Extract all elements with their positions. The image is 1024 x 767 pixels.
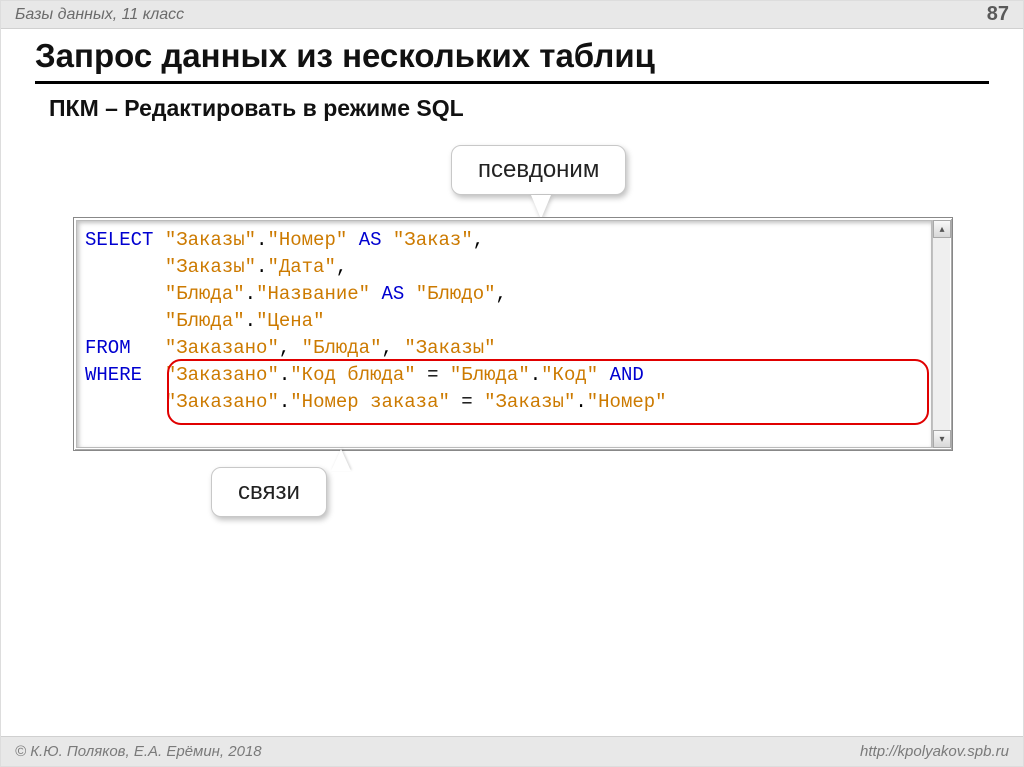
sql-text: .: [256, 256, 267, 278]
sql-identifier: "Блюда": [302, 337, 382, 359]
sql-identifier: "Номер заказа": [290, 391, 450, 413]
sql-text: .: [279, 391, 290, 413]
sql-identifier: "Заказы": [165, 256, 256, 278]
sql-text: [153, 229, 164, 251]
callout-links: связи: [211, 467, 327, 517]
sql-identifier: "Заказано": [165, 391, 279, 413]
sql-keyword: WHERE: [85, 364, 142, 386]
footer-url: http://kpolyakov.spb.ru: [860, 743, 1009, 760]
sql-text: ,: [382, 337, 405, 359]
sql-text: [85, 283, 165, 305]
sql-identifier: "Номер": [587, 391, 667, 413]
sql-text: [85, 310, 165, 332]
sql-text: [347, 229, 358, 251]
sql-identifier: "Код блюда": [290, 364, 415, 386]
callout-alias: псевдоним: [451, 145, 626, 195]
sql-text: .: [575, 391, 586, 413]
sql-text: [85, 256, 165, 278]
sql-text: ,: [336, 256, 347, 278]
sql-text: =: [416, 364, 450, 386]
sql-identifier: "Заказано": [165, 337, 279, 359]
vertical-scrollbar[interactable]: ▴ ▾: [932, 220, 950, 448]
sql-keyword: AS: [382, 283, 405, 305]
sql-text: [85, 391, 165, 413]
sql-keyword: AND: [610, 364, 644, 386]
sql-text: .: [256, 229, 267, 251]
callout-pointer-icon: [531, 195, 551, 219]
sql-identifier: "Блюда": [165, 310, 245, 332]
sql-identifier: "Заказы": [165, 229, 256, 251]
sql-keyword: SELECT: [85, 229, 153, 251]
page-title: Запрос данных из нескольких таблиц: [35, 37, 989, 84]
scroll-up-button[interactable]: ▴: [933, 220, 951, 238]
top-bar: Базы данных, 11 класс 87: [1, 1, 1023, 29]
sql-identifier: "Дата": [267, 256, 335, 278]
page-subtitle: ПКМ – Редактировать в режиме SQL: [49, 95, 464, 122]
callout-pointer-icon: [331, 449, 351, 471]
scroll-down-button[interactable]: ▾: [933, 430, 951, 448]
sql-identifier: "Номер": [267, 229, 347, 251]
sql-keyword: FROM: [85, 337, 131, 359]
sql-identifier: "Блюда": [165, 283, 245, 305]
sql-text: [142, 364, 165, 386]
slide: Базы данных, 11 класс 87 Запрос данных и…: [0, 0, 1024, 767]
sql-text: [598, 364, 609, 386]
footer-bar: © К.Ю. Поляков, Е.А. Ерёмин, 2018 http:/…: [1, 736, 1023, 766]
sql-editor-frame: SELECT "Заказы"."Номер" AS "Заказ", "Зак…: [73, 217, 953, 451]
page-number: 87: [987, 3, 1009, 26]
sql-identifier: "Заказы": [484, 391, 575, 413]
sql-text: ,: [279, 337, 302, 359]
sql-text: [382, 229, 393, 251]
sql-text: .: [530, 364, 541, 386]
sql-code-area[interactable]: SELECT "Заказы"."Номер" AS "Заказ", "Зак…: [76, 220, 932, 448]
sql-identifier: "Код": [541, 364, 598, 386]
sql-identifier: "Заказ": [393, 229, 473, 251]
breadcrumb: Базы данных, 11 класс: [15, 6, 184, 24]
sql-text: ,: [496, 283, 507, 305]
sql-text: [131, 337, 165, 359]
sql-text: ,: [473, 229, 484, 251]
sql-text: [370, 283, 381, 305]
sql-identifier: "Заказано": [165, 364, 279, 386]
sql-text: .: [245, 283, 256, 305]
footer-copyright: © К.Ю. Поляков, Е.А. Ерёмин, 2018: [15, 743, 262, 760]
sql-keyword: AS: [359, 229, 382, 251]
sql-text: [404, 283, 415, 305]
sql-identifier: "Блюдо": [416, 283, 496, 305]
sql-identifier: "Блюда": [450, 364, 530, 386]
sql-text: .: [245, 310, 256, 332]
sql-identifier: "Цена": [256, 310, 324, 332]
sql-identifier: "Название": [256, 283, 370, 305]
sql-text: .: [279, 364, 290, 386]
sql-identifier: "Заказы": [404, 337, 495, 359]
sql-text: =: [450, 391, 484, 413]
